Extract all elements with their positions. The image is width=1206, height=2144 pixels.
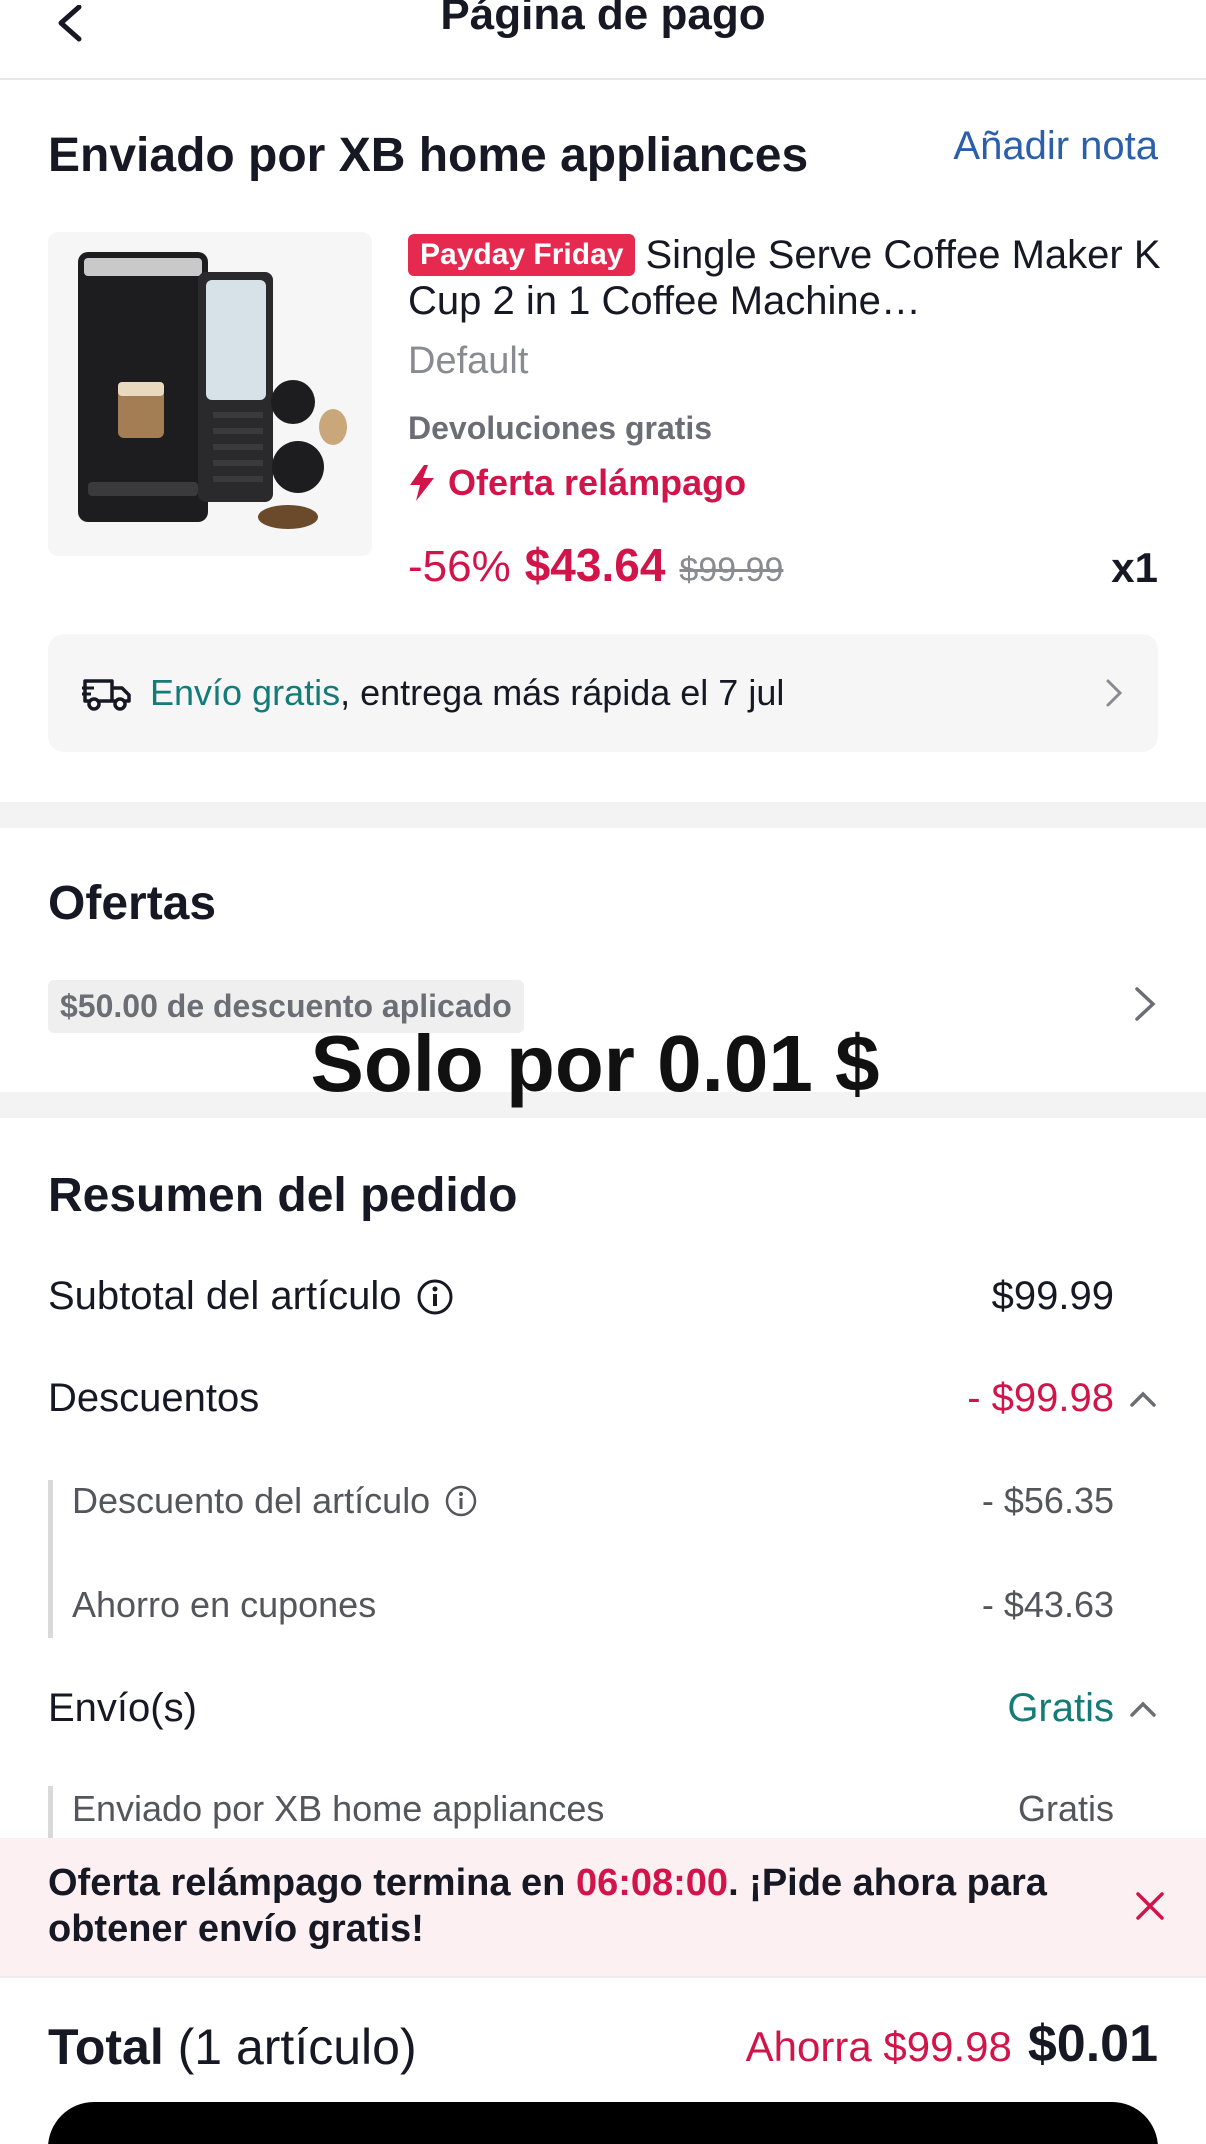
quantity[interactable]: x1 (1111, 544, 1158, 592)
place-order-button[interactable] (48, 2102, 1158, 2144)
order-summary-title: Resumen del pedido (48, 1169, 518, 1222)
section-divider (0, 802, 1206, 828)
shipping-option[interactable]: Envío gratis, entrega más rápida el 7 ju… (48, 634, 1158, 752)
shipped-by-label: Enviado por XB home appliances (72, 1788, 605, 1829)
subtotal-value: $99.99 (991, 1274, 1114, 1318)
product-variant: Default (408, 340, 529, 382)
discounts-value: - $99.98 (967, 1376, 1114, 1420)
subtotal-label: Subtotal del artículo (48, 1274, 402, 1318)
close-icon (1136, 1892, 1164, 1920)
shipping-row[interactable]: Envío(s) Gratis (48, 1686, 1158, 1731)
close-banner-button[interactable] (1128, 1884, 1172, 1928)
sale-price: $43.64 (524, 539, 666, 591)
subtotal-row: Subtotal del artículo $99.99 (48, 1274, 1158, 1319)
seller-title: Enviado por XB home appliances (48, 129, 809, 182)
shipped-by-value: Gratis (1017, 1788, 1114, 1829)
coupon-savings-label: Ahorro en cupones (72, 1584, 377, 1625)
info-icon[interactable] (416, 1278, 454, 1316)
discounts-label: Descuentos (48, 1376, 260, 1420)
chevron-up-icon[interactable] (1128, 1389, 1158, 1409)
top-bar: Página de pago (0, 0, 1206, 80)
offers-title: Ofertas (48, 877, 217, 930)
savings-amount: Ahorra $99.98 (745, 2023, 1012, 2070)
item-discount-row: Descuento del artículo - $56.35 (48, 1480, 1158, 1522)
flash-sale-text: Oferta relámpago (448, 462, 747, 503)
coffee-maker-icon (78, 252, 347, 529)
shipping-text: Envío gratis, entrega más rápida el 7 ju… (150, 672, 1104, 714)
total-amounts: Ahorra $99.98 $0.01 (746, 2014, 1158, 2074)
add-note-link[interactable]: Añadir nota (953, 124, 1158, 169)
total-value: $0.01 (1027, 2015, 1158, 2073)
original-price: $99.99 (679, 551, 784, 589)
promo-overlay-text: Solo por 0.01 $ (310, 1019, 880, 1108)
flash-sale-banner: Oferta relámpago termina en 06:08:00. ¡P… (0, 1838, 1206, 1976)
shipped-by-row: Enviado por XB home appliances Gratis (48, 1788, 1158, 1830)
item-count: (1 artículo) (163, 2019, 417, 2075)
product-title[interactable]: Payday Friday Single Serve Coffee Maker K… (408, 232, 1168, 324)
discounts-row[interactable]: Descuentos - $99.98 (48, 1376, 1158, 1421)
checkout-footer: Total (1 artículo) Ahorra $99.98 $0.01 (0, 1976, 1206, 2144)
truck-icon (82, 679, 131, 711)
flash-sale-label: Oferta relámpago (408, 462, 746, 504)
shipping-value: Gratis (1007, 1686, 1114, 1730)
payday-badge: Payday Friday (408, 234, 636, 276)
coupon-savings-row: Ahorro en cupones - $43.63 (48, 1584, 1158, 1626)
free-returns-label: Devoluciones gratis (408, 410, 713, 446)
delivery-eta: , entrega más rápida el 7 jul (340, 672, 785, 713)
product-image[interactable] (48, 232, 372, 556)
item-discount-value: - $56.35 (981, 1480, 1114, 1521)
banner-text-start: Oferta relámpago termina en (48, 1862, 576, 1904)
total-word: Total (48, 2019, 164, 2075)
info-icon[interactable] (444, 1484, 478, 1518)
countdown-timer: 06:08:00 (575, 1862, 729, 1904)
page-title: Página de pago (440, 0, 766, 39)
price-row: -56% $43.64 $99.99 (408, 538, 783, 592)
discount-percent: -56% (408, 542, 511, 591)
chevron-up-icon[interactable] (1128, 1699, 1158, 1719)
free-shipping-label: Envío gratis (150, 672, 341, 713)
shipping-label: Envío(s) (48, 1686, 197, 1730)
lightning-icon (410, 465, 434, 501)
chevron-right-icon (1106, 679, 1123, 707)
total-label: Total (1 artículo) (48, 2018, 417, 2076)
banner-text: Oferta relámpago termina en 06:08:00. ¡P… (48, 1860, 1048, 1952)
coupon-savings-value: - $43.63 (981, 1584, 1114, 1625)
item-discount-label: Descuento del artículo (72, 1480, 431, 1521)
